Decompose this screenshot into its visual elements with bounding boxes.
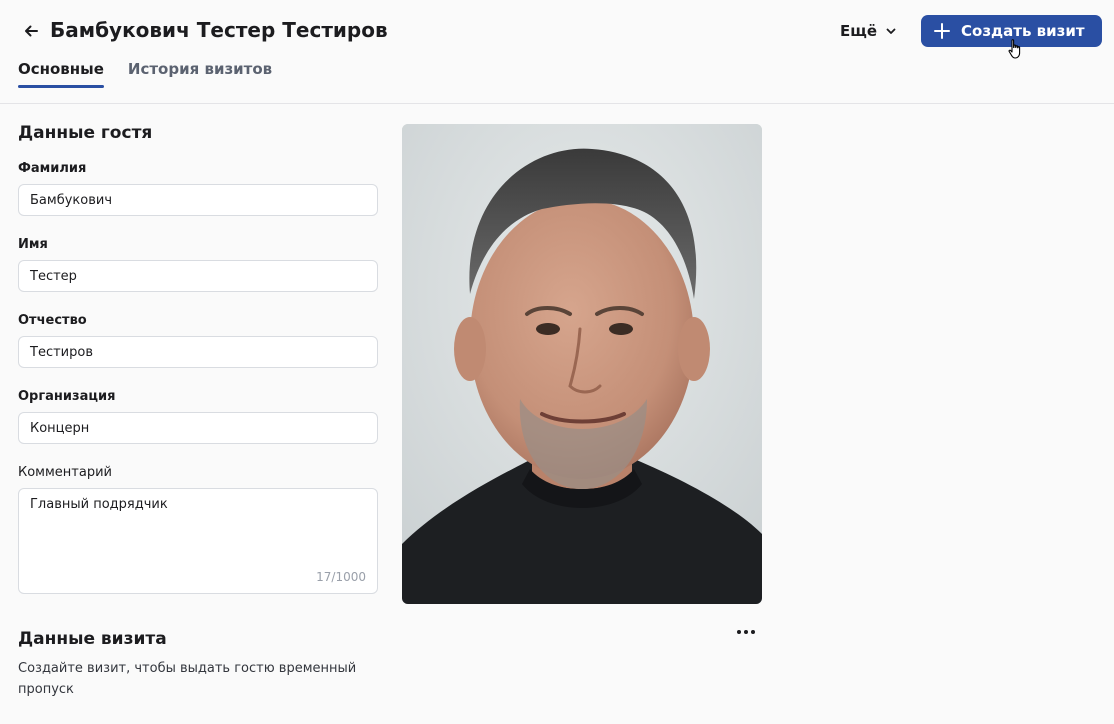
back-button[interactable] (20, 20, 42, 42)
more-button-label: Ещё (840, 22, 878, 40)
patronymic-label: Отчество (18, 313, 87, 328)
first-name-field[interactable]: Тестер (18, 260, 378, 292)
comment-field[interactable]: Главный подрядчик 17/1000 (18, 488, 378, 594)
guest-photo (402, 124, 762, 604)
visit-description: Создайте визит, чтобы выдать гостю време… (18, 661, 357, 697)
organization-label: Организация (18, 389, 116, 404)
organization-field[interactable]: Концерн (18, 412, 378, 444)
more-horizontal-icon[interactable] (734, 622, 758, 642)
comment-char-counter: 17/1000 (316, 570, 366, 584)
tab-visit-history[interactable]: История визитов (128, 60, 272, 88)
tabs: Основные История визитов (18, 60, 272, 90)
arrow-left-icon (25, 25, 38, 37)
tab-main[interactable]: Основные (18, 60, 104, 88)
first-name-label: Имя (18, 237, 48, 252)
visit-data-title: Данные визита (18, 629, 167, 649)
guest-profile-page: Бамбукович Тестер Тестиров Ещё Создать в… (0, 0, 1114, 724)
last-name-field[interactable]: Бамбукович (18, 184, 378, 216)
patronymic-field[interactable]: Тестиров (18, 336, 378, 368)
page-header: Бамбукович Тестер Тестиров Ещё Создать в… (0, 0, 1114, 104)
more-button[interactable]: Ещё (840, 20, 897, 42)
guest-data-title: Данные гостя (18, 123, 153, 143)
comment-text: Главный подрядчик (30, 497, 168, 512)
plus-icon (934, 23, 950, 39)
chevron-down-icon (886, 28, 896, 34)
comment-label: Комментарий (18, 465, 112, 480)
page-title: Бамбукович Тестер Тестиров (50, 18, 388, 42)
last-name-label: Фамилия (18, 161, 87, 176)
hand-cursor-icon (1008, 39, 1021, 59)
